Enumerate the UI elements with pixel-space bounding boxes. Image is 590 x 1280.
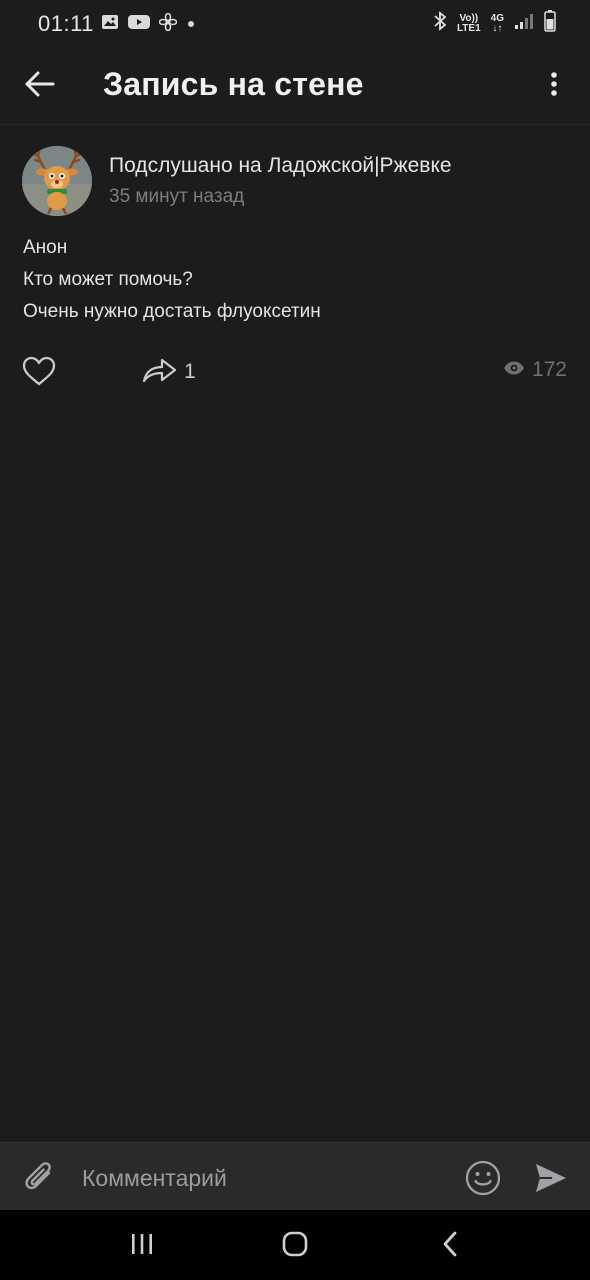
data-arrows-icon: ↓↑ [492, 22, 503, 34]
post-actions: 1 172 [0, 348, 590, 396]
system-back-button[interactable] [430, 1228, 470, 1264]
share-count: 1 [184, 360, 196, 383]
arrow-left-icon [25, 71, 55, 102]
author-name[interactable]: Подслушано на Ладожской|Ржевке [109, 154, 452, 178]
post-text: Анон Кто может помочь? Очень нужно доста… [23, 232, 568, 328]
net-type-indicator: 4G ↓↑ [490, 12, 504, 34]
attach-button[interactable] [22, 1159, 60, 1197]
app-header: Запись на стене [0, 48, 590, 125]
status-time: 01:11 [38, 11, 94, 36]
network-indicator: Vo)) LTE1 [456, 12, 481, 34]
paperclip-icon [22, 1162, 60, 1201]
send-icon [532, 1164, 570, 1201]
status-right-icons: Vo)) LTE1 4G ↓↑ [433, 10, 556, 37]
smiley-icon [464, 1160, 502, 1201]
network-top-label: Vo)) [459, 12, 479, 24]
like-button[interactable] [22, 356, 58, 388]
post-text-line: Кто может помочь? [23, 269, 193, 290]
youtube-icon [128, 14, 150, 35]
share-arrow-icon [142, 355, 178, 390]
network-bottom-label: LTE1 [456, 22, 481, 34]
system-nav-bar [0, 1210, 590, 1280]
reindeer-avatar-icon [22, 146, 92, 216]
emoji-button[interactable] [464, 1159, 502, 1197]
image-icon [101, 14, 119, 35]
post-header: Подслушано на Ладожской|Ржевке 35 минут … [22, 146, 572, 216]
views-count: 172 [531, 358, 567, 381]
recent-apps-icon [129, 1232, 155, 1261]
home-button[interactable] [275, 1228, 315, 1264]
share-button[interactable]: 1 [142, 356, 196, 388]
more-vertical-icon [550, 71, 558, 102]
signal-icon [514, 12, 534, 35]
comment-bar [0, 1142, 590, 1211]
back-button[interactable] [18, 64, 62, 108]
net-type-label: 4G [490, 12, 504, 24]
heart-icon [22, 356, 56, 390]
recent-apps-button[interactable] [122, 1228, 162, 1264]
views-counter: 172 [503, 358, 567, 382]
dot-icon [186, 16, 196, 34]
post-text-line: Анон [23, 237, 68, 258]
fan-icon [158, 12, 178, 36]
page-title: Запись на стене [103, 66, 364, 102]
status-left-icons [101, 12, 196, 36]
comment-input[interactable] [82, 1161, 442, 1195]
home-icon [281, 1230, 309, 1263]
more-options-button[interactable] [538, 64, 570, 108]
bluetooth-icon [433, 11, 447, 36]
status-bar: 01:11 Vo)) LTE1 4G ↓↑ [0, 0, 590, 48]
avatar[interactable] [22, 146, 92, 216]
screen: 01:11 Vo)) LTE1 4G ↓↑ Запись на стене По… [0, 0, 590, 1280]
post-text-line: Очень нужно достать флуоксетин [23, 301, 321, 322]
post-time: 35 минут назад [109, 186, 245, 207]
chevron-left-icon [440, 1230, 460, 1263]
battery-icon [544, 10, 556, 37]
eye-icon [503, 360, 525, 381]
send-button[interactable] [532, 1159, 570, 1197]
